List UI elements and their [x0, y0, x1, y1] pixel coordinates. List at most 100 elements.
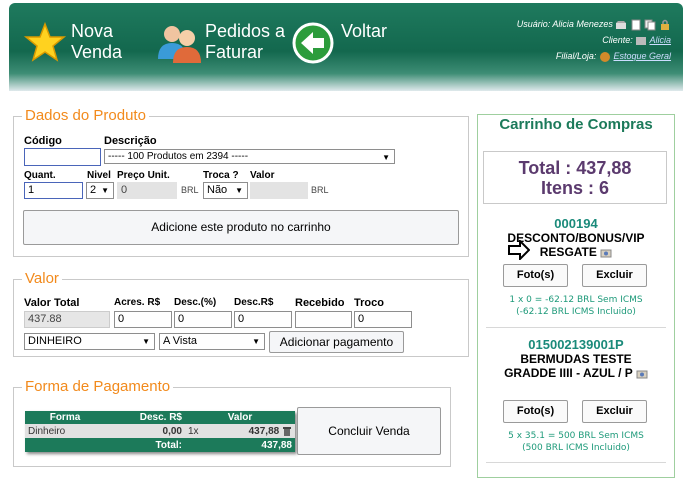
troco-label: Troco: [354, 297, 384, 309]
users-icon: [158, 26, 201, 63]
troca-select[interactable]: Não ▼: [203, 182, 248, 199]
nivel-label: Nivel: [87, 170, 111, 181]
troco-input[interactable]: 0: [354, 311, 412, 328]
cart-summary: Total : 437,88 Itens : 6: [483, 151, 667, 204]
chevron-down-icon: ▼: [142, 337, 150, 346]
nivel-select[interactable]: 2 ▼: [86, 182, 114, 199]
lock-icon[interactable]: [659, 19, 671, 31]
preco-label: Preço Unit.: [117, 170, 170, 181]
cart-item-note: (-62.12 BRL ICMS Incluido): [516, 307, 636, 317]
voltar-label: Voltar: [341, 21, 388, 41]
row-qtd: 1x: [188, 425, 199, 437]
cursor-arrow-icon: [508, 240, 530, 260]
cart-item-code: 000194: [554, 216, 598, 231]
valor-legend: Valor: [22, 270, 62, 288]
cart-item-note: 5 x 35.1 = 500 BRL Sem ICMS: [508, 431, 644, 441]
foto-button[interactable]: Foto(s): [503, 264, 568, 287]
trash-icon[interactable]: [282, 426, 292, 436]
descricao-value: ----- 100 Produtos em 2394 -----: [108, 151, 249, 162]
store-label: Filial/Loja:: [555, 51, 597, 61]
edit-user-icon[interactable]: [615, 19, 627, 31]
concluir-venda-button[interactable]: Concluir Venda: [297, 407, 441, 455]
foto-button[interactable]: Foto(s): [503, 400, 568, 423]
payment-table: Forma Desc. R$ Valor Dinheiro 0,00 1x 43…: [25, 411, 295, 452]
acres-input[interactable]: 0: [114, 311, 172, 328]
chevron-down-icon: ▼: [235, 186, 243, 195]
chevron-down-icon: ▼: [101, 186, 109, 195]
cart-total-label: Total :: [518, 158, 572, 178]
troca-value: Não: [207, 184, 228, 196]
valor-unit-input: [250, 182, 308, 199]
forma-value: DINHEIRO: [28, 335, 82, 347]
recebido-input[interactable]: [295, 311, 352, 328]
add-product-button[interactable]: Adicione este produto no carrinho: [23, 210, 459, 245]
client-label: Cliente:: [602, 35, 633, 45]
preco-input: 0: [117, 182, 177, 199]
total-value: 437,88: [261, 439, 292, 451]
prazo-select[interactable]: A Vista ▼: [159, 333, 265, 350]
cart-edit-icon[interactable]: [636, 368, 648, 380]
col-valor: Valor: [185, 411, 295, 424]
cart-item-name-text: BERMUDAS TESTE GRADDE IIII - AZUL / P: [504, 352, 633, 380]
nova-venda-line2: Venda: [71, 42, 123, 62]
table-total-row: Total: 437,88: [25, 438, 295, 452]
copy-icon[interactable]: [644, 19, 656, 31]
produto-legend: Dados do Produto: [22, 107, 149, 125]
table-row-valor: 437,88: [207, 424, 295, 438]
troca-label: Troca ?: [203, 170, 239, 181]
cart-item-code: 015002139001P: [528, 337, 624, 352]
table-row: Dinheiro 0,00 1x 437,88: [25, 424, 295, 438]
valor-total-input: 437.88: [24, 311, 110, 328]
row-valor: 437,88: [248, 425, 280, 437]
codigo-input[interactable]: [24, 148, 101, 166]
quant-label: Quant.: [24, 170, 56, 181]
excluir-button[interactable]: Excluir: [582, 264, 647, 287]
store-icon: [599, 51, 610, 62]
cart-edit-icon[interactable]: [600, 247, 612, 259]
cart-total-value: 437,88: [576, 158, 632, 178]
add-payment-button[interactable]: Adicionar pagamento: [269, 331, 404, 353]
desc-pct-label: Desc.(%): [174, 297, 217, 308]
client-link[interactable]: Alicia: [649, 35, 671, 45]
quant-input[interactable]: 1: [24, 182, 83, 199]
descricao-select[interactable]: ----- 100 Produtos em 2394 ----- ▼: [104, 149, 395, 164]
nivel-value: 2: [90, 184, 97, 196]
cart-itens-value: 6: [599, 178, 610, 198]
pedidos-line1: Pedidos a: [205, 21, 286, 41]
store-link[interactable]: Estoque Geral: [613, 51, 671, 61]
pedidos-line2: Faturar: [205, 42, 264, 62]
back-arrow-icon: [292, 22, 334, 64]
excluir-button[interactable]: Excluir: [582, 400, 647, 423]
pedidos-faturar-button[interactable]: Pedidos a Faturar: [155, 21, 285, 65]
forma-select[interactable]: DINHEIRO ▼: [24, 333, 155, 350]
cart-item-note: (500 BRL ICMS Incluido): [522, 443, 630, 453]
voltar-button[interactable]: Voltar: [291, 21, 387, 65]
cart-item-note: 1 x 0 = -62.12 BRL Sem ICMS: [509, 295, 643, 305]
app-header: Nova Venda Pedidos a Faturar Voltar Usuá…: [9, 3, 683, 91]
acres-label: Acres. R$: [114, 297, 161, 308]
cart-itens-label: Itens :: [540, 178, 594, 198]
desc-pct-input[interactable]: 0: [174, 311, 232, 328]
valor-total-label: Valor Total: [24, 297, 80, 309]
user-label: Usuário:: [516, 19, 551, 29]
col-forma: Forma: [25, 411, 105, 424]
nova-venda-line1: Nova: [71, 21, 114, 41]
desc-rs-input[interactable]: 0: [234, 311, 292, 328]
cart-item-name: BERMUDAS TESTE GRADDE IIII - AZUL / P: [497, 352, 655, 380]
chevron-down-icon: ▼: [382, 153, 390, 162]
divider: [486, 462, 666, 463]
nova-venda-button[interactable]: Nova Venda: [23, 21, 122, 65]
codigo-label: Código: [24, 135, 62, 147]
total-label: Total:: [155, 439, 182, 451]
divider: [486, 327, 666, 328]
star-icon: [23, 21, 67, 62]
row-forma: Dinheiro: [28, 425, 66, 437]
col-desc: Desc. R$: [105, 411, 185, 424]
descricao-label: Descrição: [104, 135, 157, 147]
brl-label-1: BRL: [181, 185, 199, 195]
document-icon[interactable]: [630, 19, 642, 31]
chevron-down-icon: ▼: [252, 337, 260, 346]
forma-legend: Forma de Pagamento: [22, 378, 174, 396]
user-name: Alicia Menezes: [552, 19, 613, 29]
desc-rs-label: Desc.R$: [234, 297, 274, 308]
